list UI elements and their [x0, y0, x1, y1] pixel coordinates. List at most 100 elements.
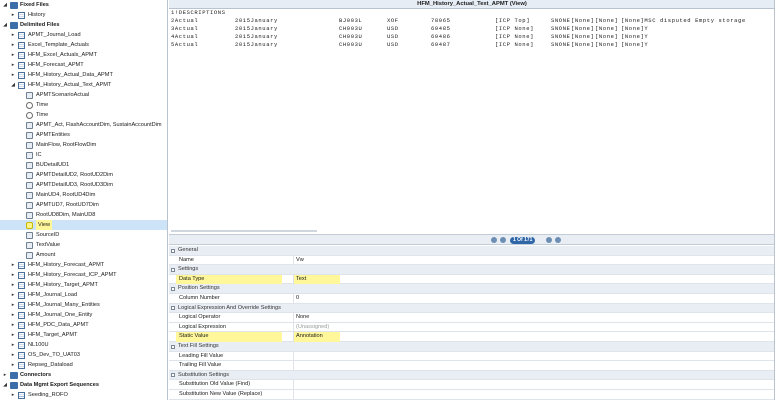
tree-item[interactable]: ▸ Seeding_ROFO	[0, 390, 167, 400]
property-value[interactable]: Text	[294, 274, 340, 285]
property-row[interactable]: Logical Operator None	[169, 313, 775, 323]
property-row[interactable]: Name Vw	[169, 255, 775, 266]
tree-dimension-item[interactable]: BUDetailUD1	[0, 160, 167, 170]
expand-icon[interactable]: ▸	[10, 352, 16, 358]
expand-icon[interactable]: ▸	[10, 52, 16, 58]
tree-dimension-item[interactable]: APMT_Act, FlashAccountDim, SustainAccoun…	[0, 120, 167, 130]
expand-icon[interactable]: ▸	[10, 392, 16, 398]
tree-item[interactable]: ▸ HFM_History_Target_APMT	[0, 280, 167, 290]
next-page-icon[interactable]	[546, 237, 552, 243]
tree-item[interactable]: ▸ HFM_Target_APMT	[0, 330, 167, 340]
tree-item[interactable]: ▸ HFM_Forecast_APMT	[0, 60, 167, 70]
collapse-icon[interactable]	[171, 373, 175, 378]
tree-item[interactable]: ▸ APMT_Journal_Load	[0, 30, 167, 40]
tree-dimension-item[interactable]: Time	[0, 100, 167, 110]
expand-icon[interactable]: ▸	[10, 322, 16, 328]
expand-icon[interactable]: ▸	[10, 302, 16, 308]
last-page-icon[interactable]	[555, 237, 561, 243]
tree-item-label: HFM_PDC_Data_APMT	[28, 322, 89, 328]
tree-item[interactable]: ▸ Excel_Template_Actuals	[0, 40, 167, 50]
tree-item[interactable]: ▸ HFM_History_Forecast_APMT	[0, 260, 167, 270]
expand-icon[interactable]: ▸	[10, 312, 16, 318]
property-value[interactable]: Annotation	[294, 332, 340, 342]
property-row[interactable]: Logical Expression (Unassigned)	[169, 322, 775, 333]
property-row[interactable]: Column Number 0	[169, 294, 775, 304]
property-value[interactable]: None	[296, 313, 309, 323]
tree-item[interactable]: ▸ HFM_History_Actual_Data_APMT	[0, 70, 167, 80]
property-value[interactable]: 0	[296, 294, 299, 304]
previous-page-icon[interactable]	[500, 237, 506, 243]
collapse-icon[interactable]: ◢	[10, 82, 16, 88]
tree-item[interactable]: ◢ HFM_History_Actual_Text_APMT	[0, 80, 167, 90]
tree-dimension-item[interactable]: MainUD4, RootUD4Dim	[0, 190, 167, 200]
property-row[interactable]: Leading Fill Value	[169, 351, 775, 362]
first-page-icon[interactable]	[491, 237, 497, 243]
collapse-icon[interactable]	[171, 286, 175, 291]
expand-icon[interactable]: ▸	[10, 292, 16, 298]
property-row[interactable]: Data Type Text	[169, 274, 775, 285]
property-value[interactable]: Vw	[296, 256, 304, 266]
property-row[interactable]: Substitution New Value (Replace)	[169, 390, 775, 400]
expand-icon[interactable]: ▸	[2, 372, 8, 378]
tree-dimension-item[interactable]: APMTDetailUD2, RootUD2Dim	[0, 170, 167, 180]
tree-item[interactable]: ▸ History	[0, 10, 167, 20]
tree-item[interactable]: ▸ HFM_History_Forecast_ICP_APMT	[0, 270, 167, 280]
property-row[interactable]: Trailing Fill Value	[169, 361, 775, 371]
tree-item[interactable]: ▸ HFM_PDC_Data_APMT	[0, 320, 167, 330]
property-category[interactable]: Logical Expression And Override Settings	[169, 303, 775, 314]
expand-icon[interactable]: ▸	[10, 42, 16, 48]
tree-item[interactable]: ▸ HFM_Journal_Load	[0, 290, 167, 300]
property-row[interactable]: Substitution Old Value (Find)	[169, 380, 775, 390]
property-value[interactable]: (Unassigned)	[296, 323, 329, 333]
tree-dimension-item[interactable]: APMTEntities	[0, 130, 167, 140]
tree-item[interactable]: ▸ HFM_Journal_One_Entity	[0, 310, 167, 320]
property-category[interactable]: Settings	[169, 265, 775, 275]
tree-item[interactable]: ▸ HFM_Journal_Many_Entities	[0, 300, 167, 310]
tree-dimension-item[interactable]: View	[0, 220, 167, 230]
tree-group[interactable]: ◢ Data Mgmt Export Sequences	[0, 380, 167, 390]
property-category[interactable]: Substitution Settings	[169, 370, 775, 381]
tree-item[interactable]: ▸ NL100U	[0, 340, 167, 350]
property-row[interactable]: Static Value Annotation	[169, 332, 775, 342]
tree-dimension-item[interactable]: TextValue	[0, 240, 167, 250]
tree-dimension-item[interactable]: APMTUD7, RootUD7Dim	[0, 200, 167, 210]
collapse-icon[interactable]: ◢	[2, 2, 8, 8]
tree-dimension-item[interactable]: Time	[0, 110, 167, 120]
expand-icon[interactable]: ▸	[10, 272, 16, 278]
expand-icon[interactable]: ▸	[10, 282, 16, 288]
tree-group[interactable]: ▸ Connectors	[0, 370, 167, 380]
metadata-tree[interactable]: ◢ Fixed Files ▸ History ◢ Delimited Files ▸ APM…	[0, 0, 168, 400]
expand-icon[interactable]: ▸	[10, 362, 16, 368]
collapse-icon[interactable]: ◢	[2, 382, 8, 388]
horizontal-scrollbar[interactable]	[171, 230, 317, 232]
collapse-icon[interactable]	[171, 344, 175, 349]
expand-icon[interactable]: ▸	[10, 72, 16, 78]
expand-icon[interactable]: ▸	[10, 12, 16, 18]
tree-dimension-item[interactable]: Amount	[0, 250, 167, 260]
tree-item-label: History	[28, 12, 46, 18]
collapse-icon[interactable]	[171, 267, 175, 272]
tree-dimension-item[interactable]: APMTDetailUD3, RootUD3Dim	[0, 180, 167, 190]
collapse-icon[interactable]	[171, 306, 175, 311]
tree-group[interactable]: ◢ Delimited Files	[0, 20, 167, 30]
collapse-icon[interactable]: ◢	[2, 22, 8, 28]
expand-icon[interactable]: ▸	[10, 342, 16, 348]
tree-dimension-item[interactable]: SourceID	[0, 230, 167, 240]
expand-icon[interactable]: ▸	[10, 262, 16, 268]
tree-dimension-item[interactable]: APMTScenarioActual	[0, 90, 167, 100]
expand-icon[interactable]: ▸	[10, 32, 16, 38]
property-category[interactable]: General	[169, 246, 775, 256]
tree-item[interactable]: ▸ OS_Dev_TO_UAT03	[0, 350, 167, 360]
tree-dimension-item[interactable]: MainFlow, RootFlowDim	[0, 140, 167, 150]
collapse-icon[interactable]	[171, 248, 175, 253]
tree-item[interactable]: ▸ HFM_Excel_Actuals_APMT	[0, 50, 167, 60]
expand-icon[interactable]: ▸	[10, 62, 16, 68]
tree-dimension-item[interactable]: RootUD8Dim, MainUD8	[0, 210, 167, 220]
file-preview[interactable]: 1!DESCRIPTIONS 2Actual 2015January BJ003L X…	[169, 9, 775, 233]
property-category[interactable]: Position Settings	[169, 284, 775, 294]
property-category[interactable]: Text Fill Settings	[169, 342, 775, 352]
expand-icon[interactable]: ▸	[10, 332, 16, 338]
tree-item[interactable]: ▸ Repseg_Dataload	[0, 360, 167, 370]
tree-group[interactable]: ◢ Fixed Files	[0, 0, 167, 10]
tree-dimension-item[interactable]: IC	[0, 150, 167, 160]
